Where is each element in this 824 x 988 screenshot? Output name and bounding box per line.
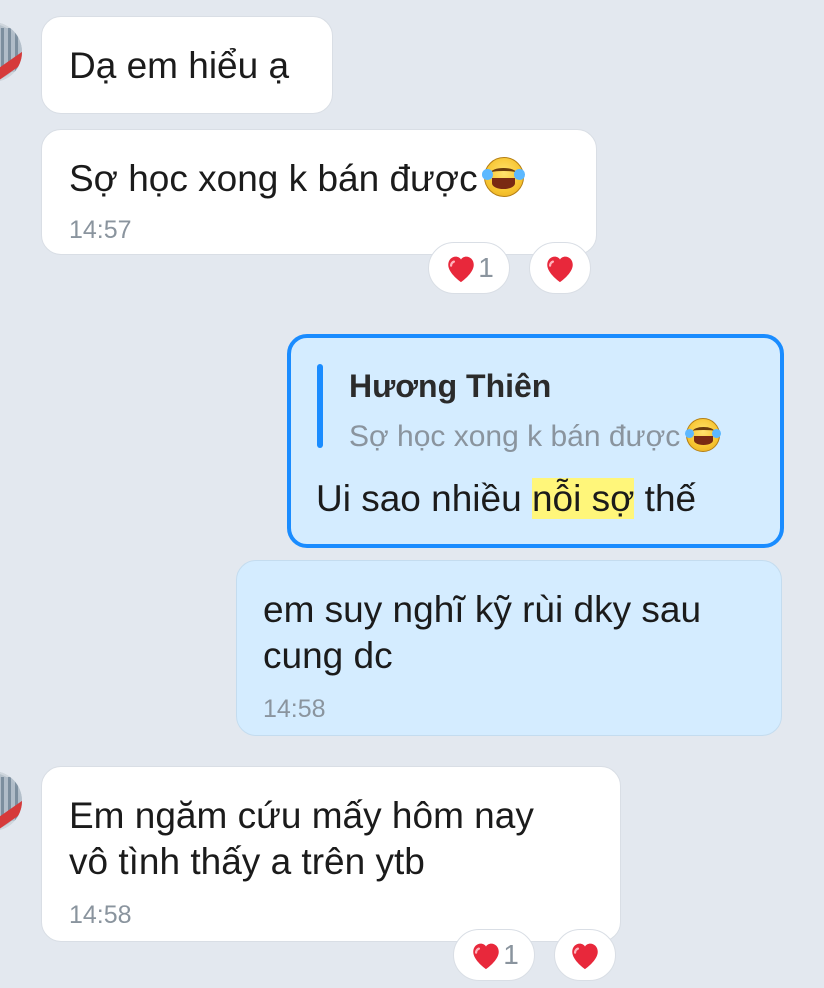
message-text: Ui sao nhiều nỗi sợ thế bbox=[316, 476, 696, 522]
red-heart-icon bbox=[547, 256, 573, 283]
message-timestamp: 14:58 bbox=[69, 901, 132, 929]
message-line: em suy nghĩ kỹ rùi dky sau bbox=[263, 589, 702, 630]
message-text: em suy nghĩ kỹ rùi dky sau cung dc bbox=[263, 587, 701, 679]
highlighted-text: nỗi sợ bbox=[531, 478, 635, 519]
react-heart-button[interactable] bbox=[554, 929, 616, 981]
message-text-content: Sợ học xong k bán được bbox=[69, 158, 478, 199]
message-line: cung dc bbox=[263, 635, 393, 676]
reaction-count: 1 bbox=[478, 252, 494, 283]
quoted-sender-name: Hương Thiên bbox=[349, 368, 552, 404]
incoming-message-bubble[interactable]: Dạ em hiểu ạ bbox=[41, 16, 333, 114]
message-text: Em ngăm cứu mấy hôm nay vô tình thấy a t… bbox=[69, 793, 534, 885]
react-heart-button[interactable] bbox=[529, 242, 591, 294]
red-heart-icon bbox=[473, 943, 499, 970]
outgoing-reply-bubble[interactable]: Hương Thiên Sợ học xong k bán được Ui sa… bbox=[287, 334, 784, 548]
face-with-tears-of-joy-icon bbox=[685, 418, 722, 452]
outgoing-message-bubble[interactable]: em suy nghĩ kỹ rùi dky sau cung dc 14:58 bbox=[236, 560, 782, 736]
message-text-part: Ui sao nhiều bbox=[316, 478, 532, 519]
incoming-message-bubble[interactable]: Em ngăm cứu mấy hôm nay vô tình thấy a t… bbox=[41, 766, 621, 942]
message-text: Dạ em hiểu ạ bbox=[69, 45, 290, 86]
incoming-message-bubble[interactable]: Sợ học xong k bán được 14:57 bbox=[41, 129, 597, 255]
red-heart-icon bbox=[448, 256, 474, 283]
quoted-message-text: Sợ học xong k bán được bbox=[349, 418, 722, 454]
message-line: vô tình thấy a trên ytb bbox=[69, 841, 425, 882]
message-line: Em ngăm cứu mấy hôm nay bbox=[69, 795, 534, 836]
message-timestamp: 14:58 bbox=[263, 695, 326, 723]
reaction-count-badge[interactable]: 1 bbox=[453, 929, 535, 981]
quote-bar bbox=[317, 364, 323, 448]
sender-avatar[interactable] bbox=[0, 771, 22, 831]
message-text: Sợ học xong k bán được bbox=[69, 156, 525, 202]
sender-avatar[interactable] bbox=[0, 22, 22, 82]
face-with-tears-of-joy-icon bbox=[482, 157, 525, 197]
quoted-text-content: Sợ học xong k bán được bbox=[349, 420, 681, 453]
message-timestamp: 14:57 bbox=[69, 216, 132, 244]
reaction-count-badge[interactable]: 1 bbox=[428, 242, 510, 294]
red-heart-icon bbox=[572, 943, 598, 970]
reaction-count: 1 bbox=[503, 939, 519, 970]
message-text-part: thế bbox=[634, 478, 697, 519]
